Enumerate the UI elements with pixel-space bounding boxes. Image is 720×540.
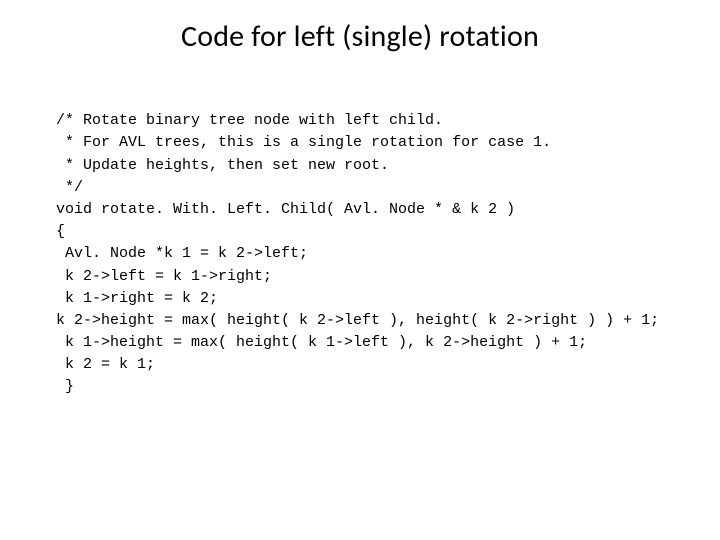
slide-title: Code for left (single) rotation bbox=[0, 18, 720, 55]
code-line: k 1->height = max( height( k 1->left ), … bbox=[56, 334, 587, 351]
code-line: /* Rotate binary tree node with left chi… bbox=[56, 112, 443, 129]
code-line: */ bbox=[56, 179, 83, 196]
code-line: { bbox=[56, 223, 65, 240]
code-line: void rotate. With. Left. Child( Avl. Nod… bbox=[56, 201, 515, 218]
slide: Code for left (single) rotation /* Rotat… bbox=[0, 0, 720, 540]
code-block: /* Rotate binary tree node with left chi… bbox=[56, 88, 696, 421]
code-line: * For AVL trees, this is a single rotati… bbox=[56, 134, 551, 151]
code-line: } bbox=[56, 378, 74, 395]
code-line: k 1->right = k 2; bbox=[56, 290, 218, 307]
code-line: k 2 = k 1; bbox=[56, 356, 155, 373]
code-line: Avl. Node *k 1 = k 2->left; bbox=[56, 245, 308, 262]
code-line: * Update heights, then set new root. bbox=[56, 157, 389, 174]
code-line: k 2->height = max( height( k 2->left ), … bbox=[56, 312, 659, 329]
code-line: k 2->left = k 1->right; bbox=[56, 268, 272, 285]
